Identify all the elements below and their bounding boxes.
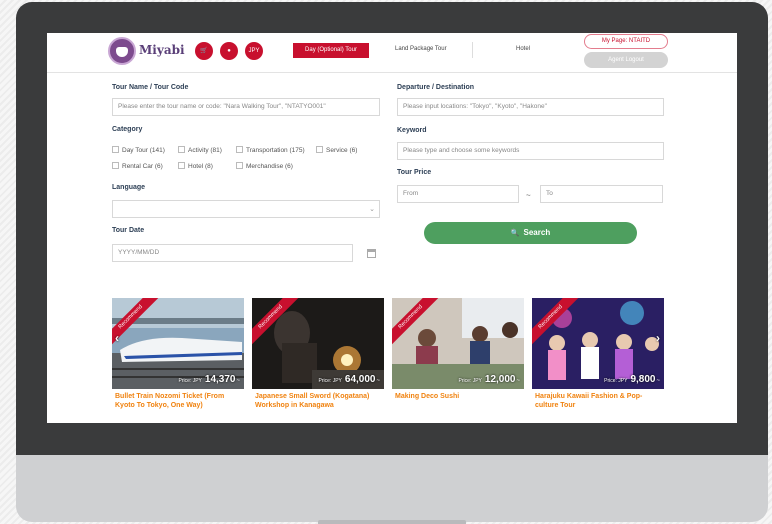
search-button[interactable]: 🔍 Search [424, 222, 637, 244]
tour-name-label: Tour Name / Tour Code [112, 84, 189, 91]
category-option-label: Service (6) [326, 147, 358, 154]
category-option-label: Day Tour (141) [122, 147, 165, 154]
card-price: Price: JPY 12,000~ [459, 374, 520, 385]
card-price: Price: JPY 14,370~ [179, 374, 240, 385]
site-header: Miyabi 🛒 ● JPY Day (Optional) Tour Land … [47, 33, 737, 73]
tour-name-input[interactable]: Please enter the tour name or code: "Nar… [112, 98, 380, 116]
keyword-input[interactable]: Please type and choose some keywords [397, 142, 664, 160]
price-suffix: ~ [516, 378, 520, 384]
category-service-checkbox[interactable]: Service (6) [316, 146, 357, 154]
price-value: 9,800 [630, 374, 656, 385]
card-price: Price: JPY 64,000~ [319, 374, 380, 385]
divider [472, 42, 473, 58]
price-suffix: ~ [236, 378, 240, 384]
category-option-label: Merchandise (6) [246, 163, 293, 170]
tour-card[interactable]: Recommend › Price: JPY 9,800~ Harajuku Ka… [532, 298, 664, 423]
price-label: Price: JPY [458, 378, 482, 384]
category-transportation-checkbox[interactable]: Transportation (175) [236, 146, 305, 154]
tour-card-image[interactable]: Recommend Price: JPY 64,000~ [252, 298, 384, 389]
tour-card[interactable]: Recommend Price: JPY 64,000~ Japanese Sma… [252, 298, 384, 423]
tab-hotel[interactable]: Hotel [516, 46, 530, 52]
tour-card-title[interactable]: Japanese Small Sword (Kogatana) Workshop… [255, 393, 383, 410]
monitor-stand [318, 520, 466, 524]
category-label: Category [112, 126, 143, 133]
tour-date-input[interactable]: YYYY/MM/DD [112, 244, 353, 262]
price-label: Price: JPY [604, 378, 628, 384]
price-label: Price: JPY [178, 378, 202, 384]
tour-price-label: Tour Price [397, 169, 432, 176]
price-value: 12,000 [484, 374, 516, 385]
tour-card-image[interactable]: Recommend ‹ Price: JPY 14,370~ [112, 298, 244, 389]
price-value: 64,000 [344, 374, 376, 385]
price-suffix: ~ [376, 378, 380, 384]
logo-icon[interactable] [108, 37, 136, 65]
price-label: Price: JPY [318, 378, 342, 384]
tour-card-image[interactable]: Recommend Price: JPY 12,000~ [392, 298, 524, 389]
language-select[interactable]: ⌄ [112, 200, 380, 218]
price-to-input[interactable]: To [540, 185, 663, 203]
calendar-icon[interactable] [367, 249, 376, 258]
category-day-tour-checkbox[interactable]: Day Tour (141) [112, 146, 165, 154]
chevron-right-icon[interactable]: › [656, 331, 660, 345]
chevron-down-icon: ⌄ [369, 206, 375, 213]
price-suffix: ~ [656, 378, 660, 384]
tab-day-tour[interactable]: Day (Optional) Tour [293, 43, 369, 58]
tab-land-package-tour[interactable]: Land Package Tour [395, 46, 447, 52]
logout-button[interactable]: Agent Logout [584, 52, 668, 68]
category-hotel-checkbox[interactable]: Hotel (8) [178, 162, 213, 170]
tour-card-image[interactable]: Recommend › Price: JPY 9,800~ [532, 298, 664, 389]
browser-screen: Miyabi 🛒 ● JPY Day (Optional) Tour Land … [47, 33, 737, 423]
monitor-chin [16, 455, 768, 522]
tour-date-label: Tour Date [112, 227, 145, 234]
category-merchandise-checkbox[interactable]: Merchandise (6) [236, 162, 293, 170]
category-option-label: Transportation (175) [246, 147, 305, 154]
tour-card[interactable]: Recommend ‹ Price: JPY 14,370~ Bullet Tra… [112, 298, 244, 423]
search-icon: 🔍 [510, 230, 520, 237]
language-label: Language [112, 184, 146, 191]
category-option-label: Hotel (8) [188, 163, 213, 170]
search-button-label: Search [523, 228, 551, 237]
price-range-separator: ~ [526, 191, 531, 200]
tour-card-title[interactable]: Making Deco Sushi [395, 393, 523, 402]
keyword-label: Keyword [397, 127, 427, 134]
tour-card[interactable]: Recommend Price: JPY 12,000~ Making Deco … [392, 298, 524, 423]
currency-button[interactable]: JPY [245, 42, 263, 60]
category-activity-checkbox[interactable]: Activity (81) [178, 146, 222, 154]
destination-label: Departure / Destination [397, 84, 475, 91]
price-value: 14,370 [204, 374, 236, 385]
my-page-button[interactable]: My Page: NTAITD [584, 34, 668, 49]
category-rental-car-checkbox[interactable]: Rental Car (6) [112, 162, 163, 170]
tour-card-title[interactable]: Harajuku Kawaii Fashion & Pop-culture To… [535, 393, 663, 410]
cart-icon[interactable]: 🛒 [195, 42, 213, 60]
card-price: Price: JPY 9,800~ [604, 374, 660, 385]
globe-icon[interactable]: ● [220, 42, 238, 60]
category-option-label: Rental Car (6) [122, 163, 163, 170]
destination-input[interactable]: Please input locations: "Tokyo", "Kyoto"… [397, 98, 664, 116]
chevron-left-icon[interactable]: ‹ [115, 331, 119, 345]
category-option-label: Activity (81) [188, 147, 222, 154]
price-from-input[interactable]: From [397, 185, 519, 203]
logo-text[interactable]: Miyabi [139, 43, 185, 57]
tour-card-title[interactable]: Bullet Train Nozomi Ticket (From Kyoto T… [115, 393, 243, 410]
